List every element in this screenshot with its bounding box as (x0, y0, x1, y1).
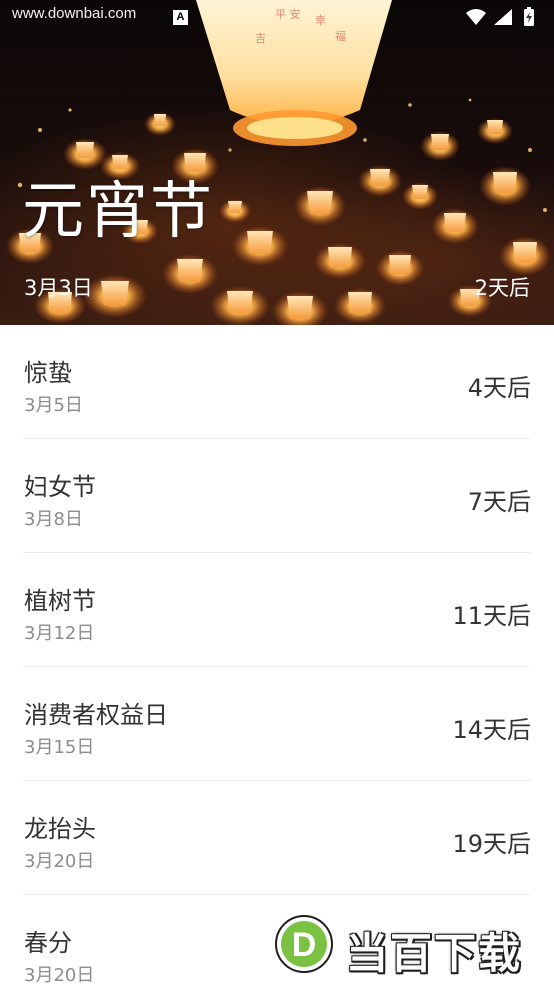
featured-festival-countdown: 2天后 (474, 276, 530, 300)
festival-list: 惊蛰 3月5日 4天后 妇女节 3月8日 7天后 植树节 3月12日 11天后 … (0, 325, 554, 984)
svg-text:D: D (292, 926, 317, 964)
festival-countdown: 4天后 (467, 374, 531, 402)
festival-countdown: 7天后 (467, 488, 531, 516)
festival-name: 春分 (24, 929, 72, 957)
list-item[interactable]: 惊蛰 3月5日 4天后 (23, 325, 531, 439)
cell-signal-icon (494, 9, 512, 25)
featured-festival-date: 3月3日 (24, 276, 93, 300)
list-item[interactable]: 龙抬头 3月20日 19天后 (23, 781, 531, 895)
battery-charging-icon (524, 7, 534, 26)
brand-watermark: D 当百下载 (272, 914, 554, 984)
featured-festival-name: 元宵节 (22, 174, 215, 247)
festival-name: 消费者权益日 (24, 701, 168, 729)
notification-a-icon: A (173, 10, 188, 25)
festival-date: 3月20日 (24, 965, 95, 984)
festival-countdown: 14天后 (452, 716, 531, 744)
festival-date: 3月12日 (24, 623, 95, 644)
brand-logo-icon: D (275, 915, 333, 973)
festival-date: 3月5日 (24, 395, 83, 416)
festival-countdown: 19天后 (452, 830, 531, 858)
list-item[interactable]: 植树节 3月12日 11天后 (23, 553, 531, 667)
festival-name: 妇女节 (24, 473, 96, 501)
featured-festival-card[interactable]: 平 安 幸 福 吉 www.downbai.com A 元宵节 3月3日 2天后 (0, 0, 554, 325)
list-item[interactable]: 妇女节 3月8日 7天后 (23, 439, 531, 553)
festival-name: 植树节 (24, 587, 96, 615)
festival-name: 惊蛰 (24, 359, 72, 387)
festival-name: 龙抬头 (24, 815, 96, 843)
festival-date: 3月8日 (24, 509, 83, 530)
festival-date: 3月20日 (24, 851, 95, 872)
brand-name: 当百下载 (346, 929, 523, 978)
list-item[interactable]: 消费者权益日 3月15日 14天后 (23, 667, 531, 781)
status-bar: www.downbai.com A (0, 0, 554, 34)
festival-date: 3月15日 (24, 737, 95, 758)
site-watermark: www.downbai.com (12, 5, 137, 22)
festival-countdown: 11天后 (452, 602, 531, 630)
wifi-icon (466, 9, 486, 25)
status-icons (464, 7, 544, 27)
